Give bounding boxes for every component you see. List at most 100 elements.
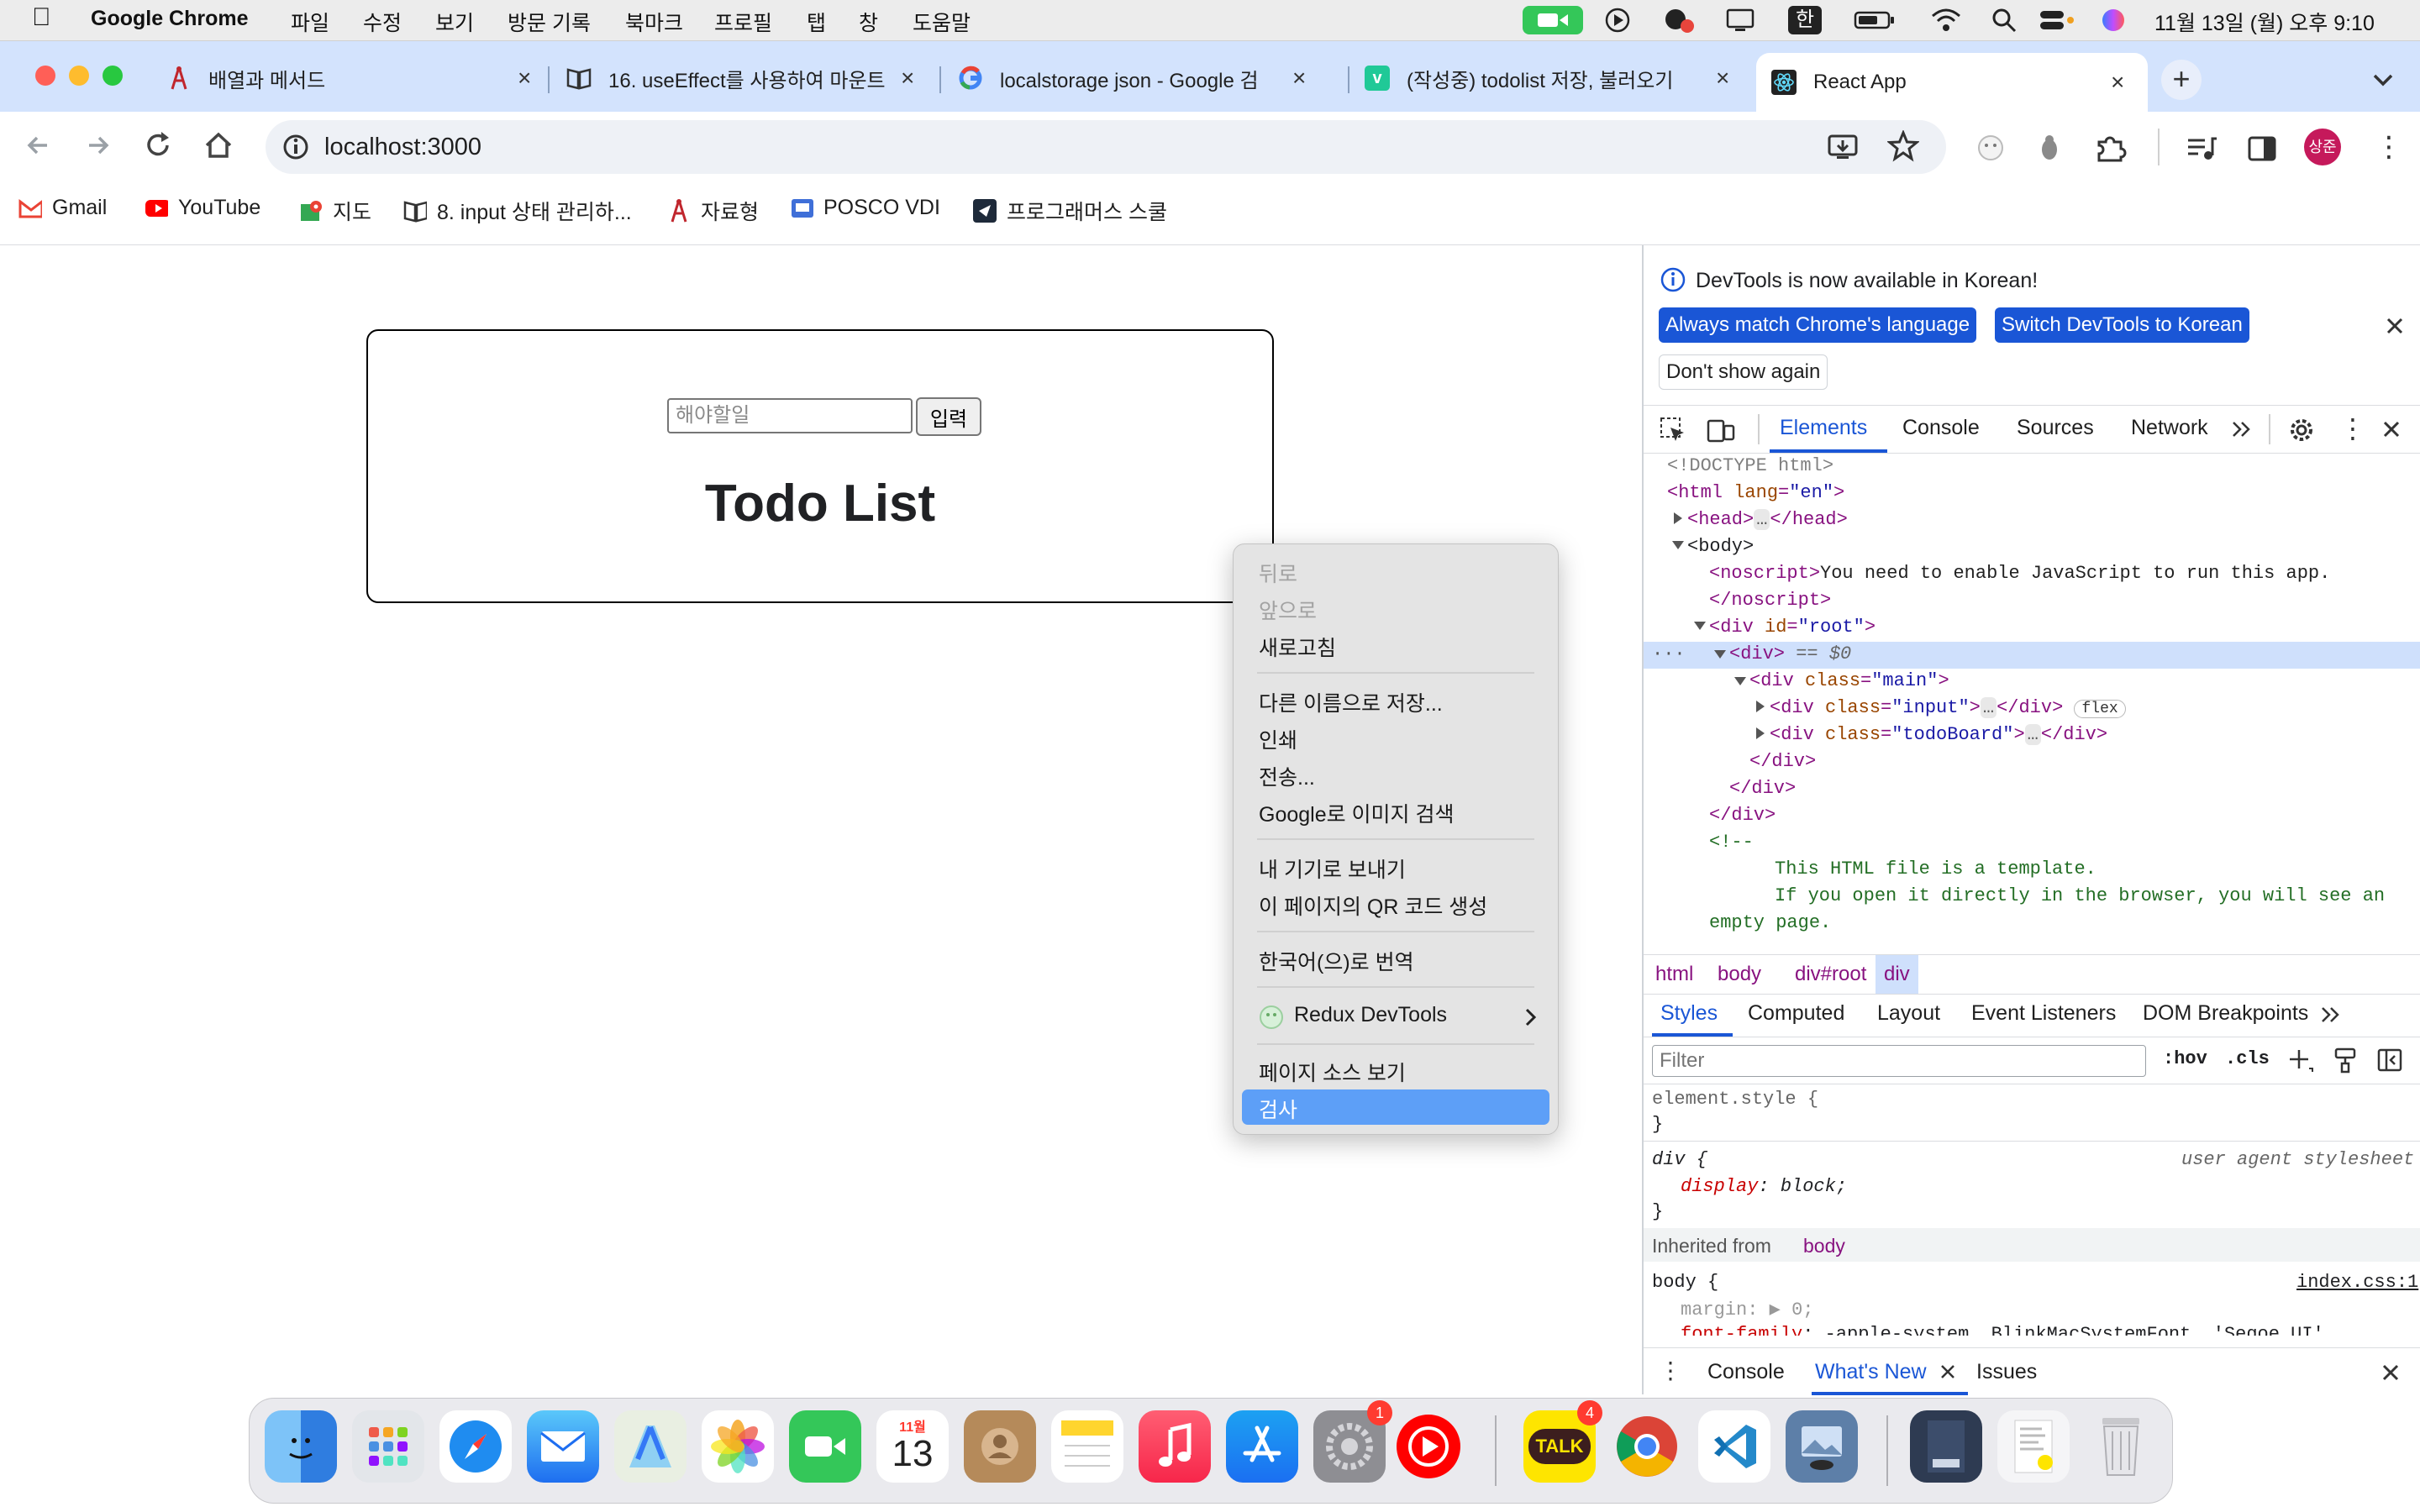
body-rule-selector[interactable]: body { xyxy=(1652,1272,1718,1293)
battery-icon[interactable] xyxy=(1854,6,1896,34)
menu-bookmarks[interactable]: 북마크 xyxy=(625,7,683,37)
dom-todoboard-div-node[interactable]: <div class="todoBoard">… </div> xyxy=(1770,724,2107,745)
spotlight-search-icon[interactable] xyxy=(1990,6,2018,34)
control-center-icon[interactable] xyxy=(2037,6,2075,34)
tab-layout[interactable]: Layout xyxy=(1877,1001,1940,1026)
context-item-inspect[interactable]: 검사 xyxy=(1259,1094,1297,1124)
more-style-tabs-chevron-icon[interactable] xyxy=(2319,1003,2343,1031)
notes-icon[interactable] xyxy=(1051,1410,1123,1483)
extension-face-icon[interactable] xyxy=(1975,132,2007,168)
drawer-tab-console[interactable]: Console xyxy=(1707,1360,1785,1384)
dom-noscript-node[interactable]: <noscript>You need to enable JavaScript … xyxy=(1709,563,2330,584)
context-item-send-to-devices[interactable]: 내 기기로 보내기 xyxy=(1259,853,1406,884)
tab-close-icon[interactable]: × xyxy=(901,65,914,92)
dom-selected-div-node[interactable]: <div> == $0 xyxy=(1729,643,1851,664)
screenshot-file-icon[interactable] xyxy=(1997,1410,2070,1483)
profile-avatar[interactable]: 상준 xyxy=(2304,129,2341,165)
dom-comment-line-1[interactable]: This HTML file is a template. xyxy=(1775,858,2096,879)
siri-icon[interactable] xyxy=(2099,6,2128,34)
menu-window[interactable]: 창 xyxy=(859,7,878,37)
element-style-rule[interactable]: element.style { xyxy=(1652,1089,1818,1110)
tab-dom-breakpoints[interactable]: DOM Breakpoints xyxy=(2143,1001,2308,1026)
menu-history[interactable]: 방문 기록 xyxy=(508,7,591,37)
extension-bug-icon[interactable] xyxy=(2033,132,2065,168)
device-toolbar-icon[interactable] xyxy=(1706,416,1736,449)
finder-icon[interactable] xyxy=(265,1410,337,1483)
dom-input-div-node[interactable]: <div class="input">… </div> flex xyxy=(1770,697,2126,718)
tab-close-icon[interactable]: × xyxy=(2111,69,2124,96)
drawer-tab-whats-new[interactable]: What's New xyxy=(1815,1360,1927,1384)
tab-search-chevron-icon[interactable] xyxy=(2365,63,2402,97)
collapse-triangle-icon[interactable] xyxy=(1712,648,1728,664)
tab-close-icon[interactable]: × xyxy=(1292,65,1306,92)
bookmark-youtube[interactable]: YouTube xyxy=(145,196,260,220)
window-minimize-button[interactable] xyxy=(69,66,89,86)
menu-profiles[interactable]: 프로필 xyxy=(714,7,772,37)
tab-velog-draft[interactable]: v (작성중) todolist 저장, 불러오기 × xyxy=(1349,51,1739,105)
vscode-icon[interactable] xyxy=(1698,1410,1770,1483)
address-bar[interactable]: localhost:3000 xyxy=(266,120,1946,174)
dom-body-node[interactable]: <body> xyxy=(1687,536,1754,557)
inherited-from-body-link[interactable]: body xyxy=(1803,1235,1845,1257)
bookmark-posco-vdi[interactable]: POSCO VDI xyxy=(790,196,940,220)
bookmark-input-state[interactable]: 8. input 상태 관리하... xyxy=(403,196,632,226)
close-drawer-icon[interactable] xyxy=(2380,1362,2402,1388)
cls-toggle[interactable]: .cls xyxy=(2225,1048,2270,1069)
breadcrumb-div[interactable]: div xyxy=(1876,955,1918,994)
font-family-declaration[interactable]: font-family: -apple-system, BlinkMacSyst… xyxy=(1681,1324,2335,1336)
breadcrumb-body[interactable]: body xyxy=(1709,955,1770,994)
collapse-triangle-icon[interactable] xyxy=(1670,539,1686,555)
collapse-triangle-icon[interactable] xyxy=(1733,675,1748,691)
context-item-print[interactable]: 인쇄 xyxy=(1259,724,1297,754)
margin-declaration[interactable]: margin: ▶ 0; xyxy=(1681,1299,1813,1320)
switch-devtools-korean-button[interactable]: Switch DevTools to Korean xyxy=(1995,307,2249,343)
tab-arrays[interactable]: 배열과 메서드 × xyxy=(151,51,538,105)
close-whats-new-icon[interactable] xyxy=(1938,1362,1958,1386)
source-link[interactable]: index.css:1 xyxy=(2296,1272,2418,1293)
dom-comment-open[interactable]: <!-- xyxy=(1709,832,1754,853)
dom-main-div-node[interactable]: <div class="main"> xyxy=(1749,670,1949,691)
display-icon[interactable] xyxy=(1724,6,1756,34)
tab-elements[interactable]: Elements xyxy=(1780,416,1867,440)
maps-icon[interactable] xyxy=(614,1410,687,1483)
tab-close-icon[interactable]: × xyxy=(518,65,531,92)
collapse-triangle-icon[interactable] xyxy=(1692,620,1707,636)
context-item-view-source[interactable]: 페이지 소스 보기 xyxy=(1259,1057,1406,1087)
tab-sources[interactable]: Sources xyxy=(2017,416,2094,440)
kakaotalk-icon[interactable]: TALK 4 xyxy=(1523,1400,1602,1483)
expand-triangle-icon[interactable] xyxy=(1754,699,1766,718)
menu-clock[interactable]: 11월 13일 (월) 오후 9:10 xyxy=(2154,7,2375,37)
back-arrow-icon[interactable] xyxy=(22,129,55,170)
breadcrumb-html[interactable]: html xyxy=(1647,955,1702,994)
context-item-translate[interactable]: 한국어(으)로 번역 xyxy=(1259,946,1414,976)
bookmark-star-icon[interactable] xyxy=(1886,129,1920,166)
expand-triangle-icon[interactable] xyxy=(1672,511,1684,530)
preview-icon[interactable] xyxy=(1786,1410,1858,1483)
music-icon[interactable] xyxy=(1139,1410,1211,1483)
dom-root-div-node[interactable]: <div id="root"> xyxy=(1709,617,1876,638)
dom-noscript-close[interactable]: </noscript> xyxy=(1709,590,1831,611)
dom-html-node[interactable]: <html lang="en"> xyxy=(1667,482,1844,503)
tab-console[interactable]: Console xyxy=(1902,416,1980,440)
close-banner-icon[interactable] xyxy=(2383,314,2407,342)
window-close-button[interactable] xyxy=(35,66,55,86)
dom-head-node[interactable]: <head>… </head> xyxy=(1687,509,1848,530)
dom-main-div-close[interactable]: </div> xyxy=(1749,751,1816,772)
dom-selected-div-close[interactable]: </div> xyxy=(1729,778,1796,799)
menu-help[interactable]: 도움말 xyxy=(913,7,971,37)
tab-event-listeners[interactable]: Event Listeners xyxy=(1971,1001,2116,1026)
contacts-icon[interactable] xyxy=(964,1410,1036,1483)
always-match-language-button[interactable]: Always match Chrome's language xyxy=(1659,307,1977,343)
context-item-google-image-search[interactable]: Google로 이미지 검색 xyxy=(1259,798,1455,828)
tab-close-icon[interactable]: × xyxy=(1716,65,1729,92)
wifi-icon[interactable] xyxy=(1929,6,1963,34)
context-item-qr-code[interactable]: 이 페이지의 QR 코드 생성 xyxy=(1259,890,1487,921)
close-devtools-icon[interactable] xyxy=(2380,417,2403,445)
youtube-music-icon[interactable] xyxy=(1392,1410,1465,1483)
media-queue-icon[interactable] xyxy=(2185,132,2218,170)
tab-google-search[interactable]: localstorage json - Google 검 × xyxy=(943,51,1341,105)
apple-icon[interactable]:  xyxy=(32,3,51,32)
facetime-icon[interactable] xyxy=(789,1410,861,1483)
bookmark-gmail[interactable]: Gmail xyxy=(18,196,107,220)
bookmark-maps[interactable]: 지도 xyxy=(299,196,371,226)
